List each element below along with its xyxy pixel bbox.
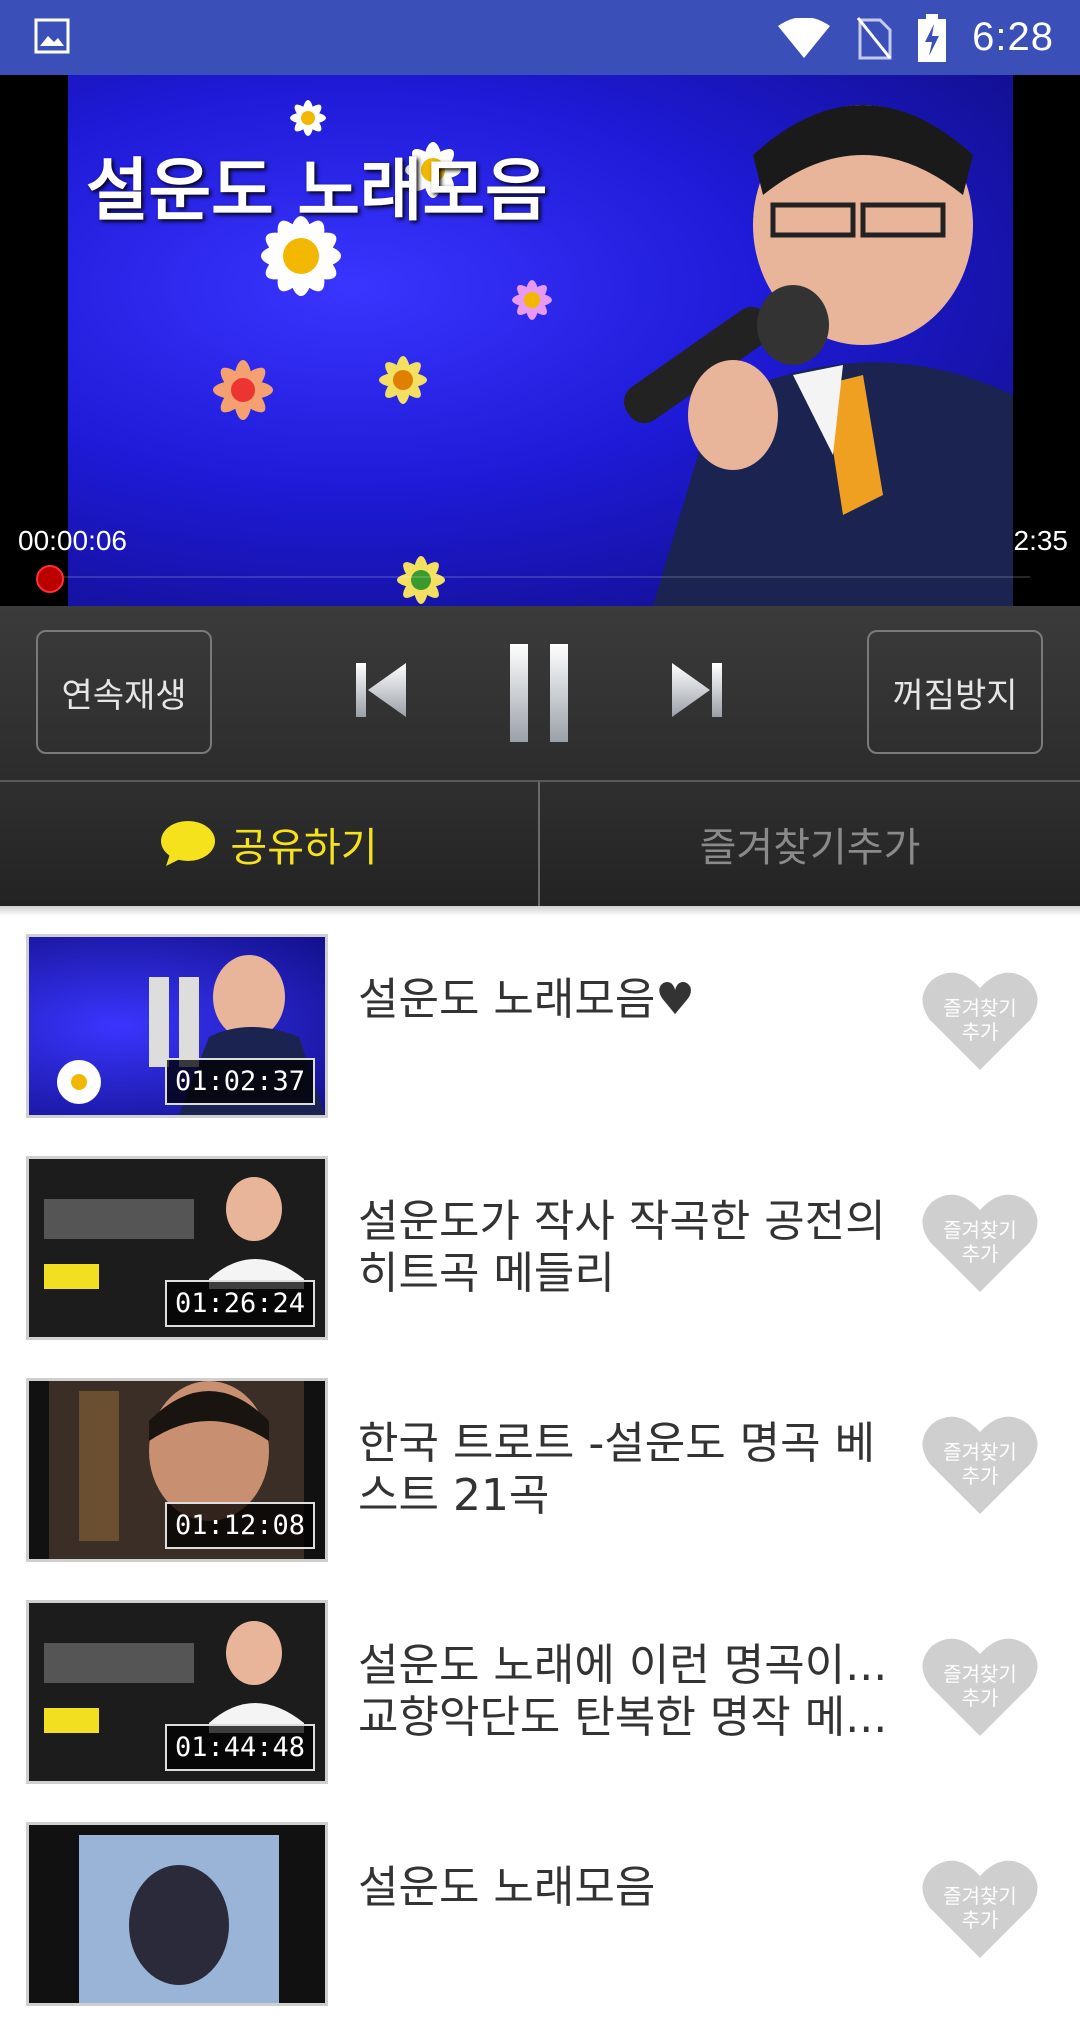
video-frame[interactable]: 설운도 노래모음	[68, 75, 1013, 606]
flower-decoration	[512, 280, 552, 320]
status-bar: 6:28	[0, 0, 1080, 75]
video-overlay-title: 설운도 노래모음	[86, 152, 548, 231]
video-duration: 01:44:48	[164, 1724, 315, 1771]
video-title[interactable]: 설운도 노래모음	[358, 1862, 888, 1914]
video-thumbnail[interactable]: 01:26:24	[26, 1156, 328, 1340]
list-item[interactable]: 설운도 노래모음 즐겨찾기 추가	[0, 1812, 1080, 2034]
image-icon	[34, 18, 70, 54]
video-duration: 01:02:37	[164, 1058, 315, 1105]
total-duration: 2:35	[1013, 525, 1069, 556]
thumbnail-image	[79, 1835, 279, 2003]
list-item[interactable]: 01:12:08 한국 트로트 -설운도 명곡 베스트 21곡 즐겨찾기 추가	[0, 1368, 1080, 1590]
prevent-screen-off-button[interactable]: 꺼짐방지	[867, 630, 1043, 754]
video-player[interactable]: 설운도 노래모음 00:00:06 2:35	[0, 75, 1080, 606]
divider	[0, 906, 1080, 916]
add-favorite-label[interactable]: 즐겨찾기 추가	[922, 1440, 1038, 1488]
video-duration: 01:26:24	[164, 1280, 315, 1327]
add-favorite-label[interactable]: 즐겨찾기 추가	[922, 1662, 1038, 1710]
previous-icon[interactable]	[354, 661, 408, 719]
add-favorite-label[interactable]: 즐겨찾기 추가	[922, 1884, 1038, 1932]
pause-icon[interactable]	[508, 642, 570, 744]
seek-bar[interactable]	[50, 576, 1030, 578]
next-icon[interactable]	[670, 661, 724, 719]
add-favorite-label[interactable]: 즐겨찾기 추가	[922, 1218, 1038, 1266]
chat-bubble-icon	[161, 821, 216, 866]
video-title[interactable]: 설운도가 작사 작곡한 공전의 히트곡 메들리	[358, 1196, 888, 1300]
action-bar: 공유하기 즐겨찾기추가	[0, 782, 1080, 906]
no-sim-icon	[856, 16, 892, 59]
add-favorite-label[interactable]: 즐겨찾기 추가	[922, 996, 1038, 1044]
list-item[interactable]: 01:02:37 설운도 노래모음♥ 즐겨찾기 추가	[0, 924, 1080, 1146]
continuous-play-button[interactable]: 연속재생	[36, 630, 212, 754]
clock: 6:28	[972, 15, 1054, 59]
video-thumbnail[interactable]: 01:02:37	[26, 934, 328, 1118]
elapsed-time: 00:00:06	[18, 525, 127, 556]
share-button[interactable]: 공유하기	[0, 782, 538, 906]
wifi-icon	[778, 17, 831, 58]
video-duration: 01:12:08	[164, 1502, 315, 1549]
video-title[interactable]: 한국 트로트 -설운도 명곡 베스트 21곡	[358, 1418, 888, 1522]
flower-decoration	[379, 356, 427, 404]
flower-decoration	[213, 360, 273, 420]
list-item[interactable]: 01:44:48 설운도 노래에 이런 명곡이... 교향악단도 탄복한 명작 …	[0, 1590, 1080, 1812]
share-label: 공유하기	[230, 825, 378, 871]
video-title[interactable]: 설운도 노래에 이런 명곡이... 교향악단도 탄복한 명작 메...	[358, 1640, 888, 1744]
seek-thumb[interactable]	[36, 565, 64, 593]
video-thumbnail[interactable]: 01:44:48	[26, 1600, 328, 1784]
video-thumbnail[interactable]	[26, 1822, 328, 2006]
video-title[interactable]: 설운도 노래모음♥	[358, 974, 888, 1026]
add-favorite-button[interactable]: 즐겨찾기추가	[540, 782, 1080, 906]
video-thumbnail[interactable]: 01:12:08	[26, 1378, 328, 1562]
list-item[interactable]: 01:26:24 설운도가 작사 작곡한 공전의 히트곡 메들리 즐겨찾기 추가	[0, 1146, 1080, 1368]
battery-charging-icon	[918, 13, 947, 62]
singer-image	[623, 105, 1013, 606]
add-favorite-label: 즐겨찾기추가	[699, 825, 921, 871]
player-controls: 연속재생 꺼짐방지	[0, 606, 1080, 782]
